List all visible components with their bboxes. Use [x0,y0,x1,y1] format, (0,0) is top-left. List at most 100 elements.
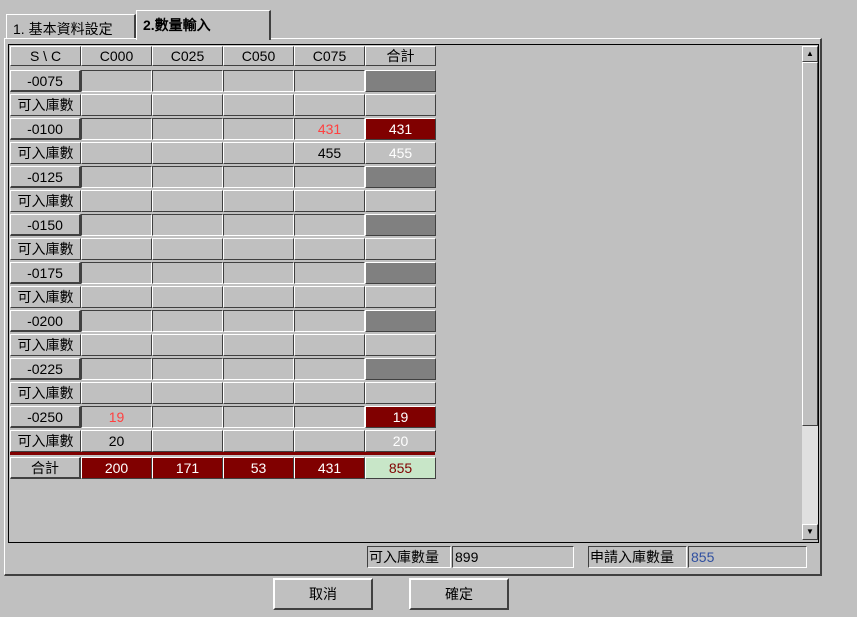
available-qty-cell [294,190,365,212]
qty-input-cell[interactable] [223,214,294,236]
size-row-label: -0150 [10,214,81,236]
qty-input-cell[interactable] [81,166,152,188]
qty-input-cell[interactable] [81,358,152,380]
available-qty-cell [81,238,152,260]
qty-input-cell[interactable] [294,358,365,380]
available-qty-cell [223,430,294,452]
available-qty-cell [223,238,294,260]
scroll-up-arrow-icon[interactable]: ▲ [802,46,818,62]
column-header: 合計 [365,46,436,66]
qty-input-cell[interactable] [81,214,152,236]
available-qty-cell [152,286,223,308]
available-qty-cell [81,286,152,308]
available-qty-cell [81,382,152,404]
qty-input-cell[interactable] [152,118,223,140]
qty-input-cell[interactable] [223,406,294,428]
qty-input-cell[interactable] [223,70,294,92]
qty-input-cell[interactable] [81,310,152,332]
qty-input-cell[interactable] [152,262,223,284]
row-total-cell [365,310,436,332]
qty-input-cell[interactable] [223,358,294,380]
qty-input-cell[interactable] [223,310,294,332]
qty-input-cell[interactable] [294,166,365,188]
available-row-label: 可入庫數 [10,334,81,356]
available-total-cell [365,238,436,260]
qty-input-cell[interactable] [294,262,365,284]
qty-input-cell[interactable] [152,214,223,236]
available-total-cell [365,286,436,308]
total-row-label: 合計 [10,457,81,479]
qty-input-cell[interactable] [294,310,365,332]
size-row-label: -0075 [10,70,81,92]
available-qty-cell [152,94,223,116]
available-total-cell [365,334,436,356]
qty-input-cell[interactable] [81,70,152,92]
available-row-label: 可入庫數 [10,382,81,404]
confirm-button[interactable]: 確定 [409,578,509,610]
size-row-label: -0250 [10,406,81,428]
qty-input-cell[interactable]: 431 [294,118,365,140]
qty-input-cell[interactable] [152,406,223,428]
available-qty-cell [81,190,152,212]
available-qty-cell [294,94,365,116]
grand-total-cell: 855 [365,457,436,479]
qty-input-cell[interactable] [81,262,152,284]
row-total-cell: 431 [365,118,436,140]
row-total-cell [365,166,436,188]
available-qty-cell [294,382,365,404]
qty-input-cell[interactable] [152,70,223,92]
qty-input-cell[interactable] [152,310,223,332]
column-header: C075 [294,46,365,66]
column-header: C050 [223,46,294,66]
request-qty-label: 申請入庫數量 [588,546,687,568]
column-total-cell: 171 [152,457,223,479]
available-total-cell: 455 [365,142,436,164]
available-qty-cell: 455 [294,142,365,164]
available-row-label: 可入庫數 [10,142,81,164]
size-row-label: -0125 [10,166,81,188]
column-total-cell: 431 [294,457,365,479]
available-qty-value: 899 [452,546,574,568]
qty-input-cell[interactable] [223,166,294,188]
cancel-button[interactable]: 取消 [273,578,373,610]
available-qty-cell [81,94,152,116]
available-row-label: 可入庫數 [10,286,81,308]
available-row-label: 可入庫數 [10,430,81,452]
vertical-scrollbar[interactable]: ▲ ▼ [802,46,818,540]
size-row-label: -0175 [10,262,81,284]
available-qty-cell [223,94,294,116]
qty-input-cell[interactable] [294,214,365,236]
qty-input-cell[interactable] [81,118,152,140]
tab-quantity-input[interactable]: 2.數量輸入 [136,10,271,40]
available-qty-cell [294,334,365,356]
available-qty-cell [294,286,365,308]
scroll-down-arrow-icon[interactable]: ▼ [802,524,818,540]
available-qty-cell [223,190,294,212]
scroll-thumb[interactable] [802,62,818,426]
qty-input-cell[interactable] [223,118,294,140]
row-total-cell: 19 [365,406,436,428]
column-header: C000 [81,46,152,66]
size-row-label: -0225 [10,358,81,380]
available-qty-cell [152,238,223,260]
qty-input-cell[interactable] [152,166,223,188]
available-qty-cell [223,382,294,404]
qty-input-cell[interactable] [223,262,294,284]
available-qty-cell [223,142,294,164]
column-total-cell: 53 [223,457,294,479]
available-qty-cell [152,430,223,452]
size-row-label: -0100 [10,118,81,140]
qty-input-cell[interactable] [152,358,223,380]
qty-input-cell[interactable]: 19 [81,406,152,428]
available-qty-cell [152,382,223,404]
total-divider [10,452,435,455]
qty-input-cell[interactable] [294,70,365,92]
row-total-cell [365,70,436,92]
qty-input-cell[interactable] [294,406,365,428]
available-qty-cell [152,334,223,356]
available-qty-cell [152,190,223,212]
available-qty-cell [294,430,365,452]
available-qty-cell [223,334,294,356]
tab-basic-settings[interactable]: 1. 基本資料設定 [6,14,136,38]
available-qty-cell [294,238,365,260]
